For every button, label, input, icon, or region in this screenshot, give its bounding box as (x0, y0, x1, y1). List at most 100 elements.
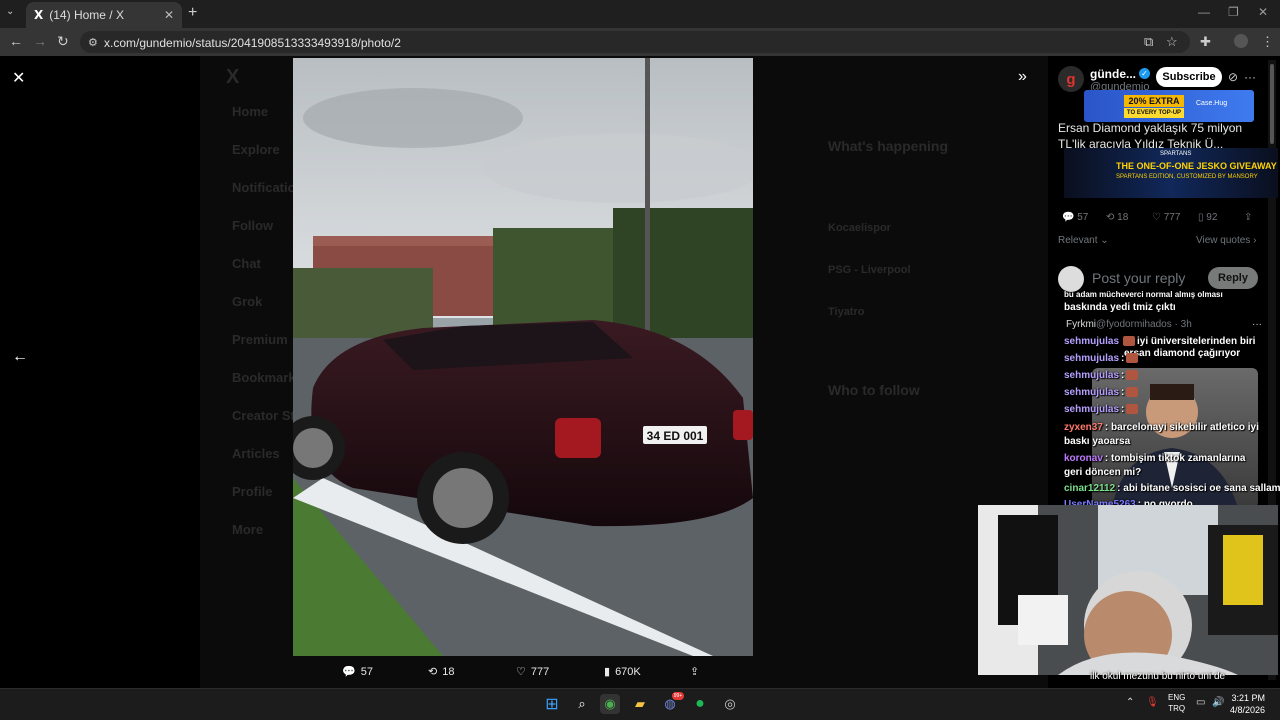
chat-text: : (1121, 353, 1125, 364)
install-app-icon[interactable]: ⧉ (1144, 34, 1153, 50)
reload-button[interactable]: ↻ (57, 33, 69, 50)
discord-badge: 99+ (672, 692, 684, 700)
subscribe-button[interactable]: Subscribe (1156, 67, 1222, 87)
spotify-icon[interactable]: ● (690, 694, 710, 714)
overlay-reply-more-icon[interactable]: ··· (1252, 319, 1262, 330)
post-bookmark-button[interactable]: ▯ 92 (1198, 212, 1217, 223)
chat-message: sehmujulas iyi üniversitelerinden biri (1064, 336, 1256, 347)
back-button[interactable]: ← (9, 33, 23, 49)
profile-avatar[interactable] (1234, 34, 1248, 48)
media-views-button[interactable]: ▮ 670K (604, 665, 641, 679)
chat-message: cinar12112: abi bitane sosisci oe sana s… (1064, 483, 1280, 494)
spartans-ad-overlay: SPARTANS THE ONE-OF-ONE JESKO GIVEAWAY S… (1064, 148, 1278, 198)
tab-search-icon[interactable]: ⌄ (6, 6, 14, 17)
previous-photo-icon[interactable]: ← (12, 348, 28, 366)
bookmark-star-icon[interactable]: ☆ (1166, 34, 1178, 50)
chat-text: : (1121, 370, 1125, 381)
tab-close-icon[interactable]: ✕ (164, 8, 174, 22)
window-close-button[interactable]: ✕ (1258, 5, 1268, 19)
post-photo[interactable]: 34 ED 001 (293, 58, 753, 656)
ghost-trend: Kocaelispor (828, 222, 891, 234)
account-avatar[interactable]: g (1058, 66, 1084, 92)
clock-date: 4/8/2026 (1230, 705, 1266, 715)
mic-icon[interactable]: 🎙 (1146, 697, 1159, 708)
display-icon[interactable]: ▭ (1196, 697, 1205, 708)
taskbar-search-icon[interactable]: ⌕ (572, 694, 592, 714)
language-indicator[interactable]: ENG TRQ (1168, 692, 1185, 714)
streamer-webcam (978, 505, 1278, 675)
scrollbar-thumb[interactable] (1270, 64, 1274, 144)
forward-button[interactable]: → (33, 33, 47, 49)
system-clock[interactable]: 3:21 PM 4/8/2026 (1230, 692, 1265, 716)
ad-subtext: TO EVERY TOP-UP (1124, 108, 1184, 118)
obs-icon[interactable]: ◎ (720, 694, 740, 714)
ghost-who-to-follow: Who to follow (828, 382, 920, 398)
ad-subtitle: SPARTANS EDITION, CUSTOMIZED BY MANSORY (1116, 174, 1258, 180)
chat-message: sehmujulas: (1064, 353, 1140, 364)
like-count: 777 (1163, 212, 1181, 223)
chat-user: cinar12112 (1064, 483, 1116, 494)
emote-icon (1126, 370, 1139, 381)
chat-text: bu adam mücheverci normal almış olması (1064, 290, 1223, 299)
chat-user: zyxen37 (1064, 422, 1103, 433)
chat-message-bottom: ilk okul mezunu bu nirto uni de (1090, 671, 1226, 682)
reply-button[interactable]: Reply (1208, 267, 1258, 289)
chat-message: sehmujulas: (1064, 370, 1140, 381)
post-reply-button[interactable]: 💬 57 (1062, 212, 1088, 223)
overlay-reply-author: Fyrkmi@fyodormihados · 3h (1066, 319, 1192, 330)
site-info-icon[interactable]: ⚙ (88, 36, 98, 49)
minimize-button[interactable]: — (1198, 5, 1210, 19)
extensions-icon[interactable]: ✚ (1200, 34, 1211, 50)
browser-tab[interactable]: X (14) Home / X ✕ (26, 2, 182, 28)
casehug-ad-overlay: 20% EXTRA TO EVERY TOP-UP Case.Hug (1084, 90, 1254, 122)
x-home-logo-ghost: X (226, 66, 240, 88)
overlay-reply-text: ersan diamond çağırıyor (1124, 348, 1241, 359)
reply-count: 57 (1077, 212, 1089, 223)
media-like-button[interactable]: ♡ 777 (516, 665, 549, 679)
emote-icon (1126, 387, 1139, 398)
chat-message: sehmujulas: (1064, 387, 1140, 398)
ghost-whats-happening: What's happening (828, 138, 948, 154)
user-avatar (1058, 266, 1084, 292)
bar-chart-icon: ▮ (604, 666, 611, 678)
post-like-button[interactable]: ♡ 777 (1152, 212, 1180, 223)
more-options-icon[interactable]: ··· (1244, 70, 1256, 84)
verified-badge-icon: ✓ (1139, 68, 1150, 79)
tray-overflow-icon[interactable]: ⌃ (1126, 697, 1134, 708)
repost-count: 18 (442, 665, 455, 678)
streamer-webcam-image (978, 505, 1278, 675)
media-repost-button[interactable]: ⟲ 18 (428, 665, 455, 679)
file-explorer-icon[interactable]: ▰ (630, 694, 650, 714)
lang-top: ENG (1168, 693, 1186, 702)
collapse-panel-icon[interactable]: » (1018, 68, 1027, 86)
reply-icon: 💬 (342, 666, 356, 678)
chat-message: koronav: tombişim tiktok zamanlarına ger… (1064, 452, 1264, 480)
account-name[interactable]: günde... (1090, 67, 1136, 81)
reply-input[interactable]: Post your reply (1092, 270, 1185, 286)
media-reply-button[interactable]: 💬 57 (342, 665, 373, 679)
view-quotes-link[interactable]: View quotes › (1196, 235, 1256, 246)
url-text[interactable]: x.com/gundemio/status/204190851333349391… (104, 36, 401, 50)
ad-badge: 20% EXTRA (1124, 95, 1184, 107)
chrome-icon[interactable]: ◉ (600, 694, 620, 714)
volume-icon[interactable]: 🔊 (1212, 697, 1224, 708)
chat-user: sehmujulas (1064, 404, 1120, 415)
post-share-icon[interactable]: ⇪ (1244, 212, 1252, 223)
post-repost-button[interactable]: ⟲ 18 (1106, 212, 1128, 223)
chat-user: sehmujulas (1064, 387, 1120, 398)
share-icon: ⇪ (690, 666, 700, 678)
view-quotes-label: View quotes (1196, 235, 1251, 246)
close-media-icon[interactable]: ✕ (12, 68, 25, 88)
emote-icon (1126, 353, 1139, 364)
overlay-reply-handle: @fyodormihados · 3h (1096, 319, 1192, 330)
ad-brand: Case.Hug (1196, 100, 1228, 107)
sort-relevant-dropdown[interactable]: Relevant ⌄ (1058, 235, 1109, 246)
grok-icon[interactable]: ⊘ (1228, 70, 1238, 84)
chat-message: bu adam mücheverci normal almış olması (1064, 290, 1223, 299)
windows-start-icon[interactable]: ⊞ (542, 694, 562, 714)
restore-button[interactable]: ❐ (1228, 5, 1239, 19)
chat-message: zyxen37: barcelonayi sikebilir atletico … (1064, 421, 1264, 449)
browser-menu-icon[interactable]: ⋮ (1261, 34, 1274, 50)
new-tab-button[interactable]: + (188, 4, 197, 22)
media-share-button[interactable]: ⇪ (690, 665, 699, 678)
